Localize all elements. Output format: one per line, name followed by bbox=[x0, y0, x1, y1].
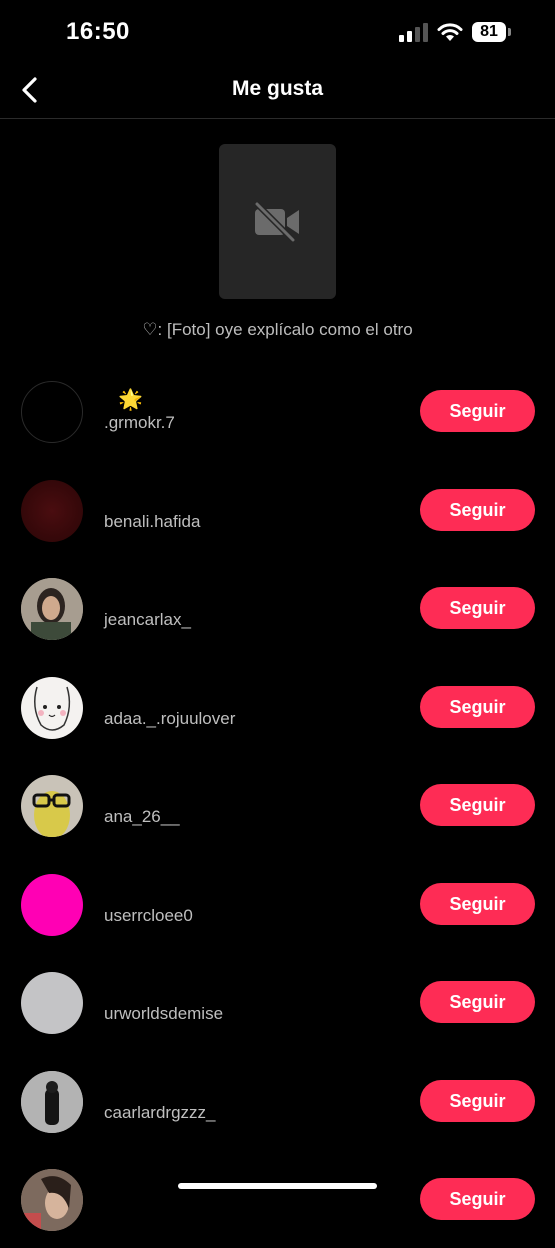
status-time: 16:50 bbox=[66, 18, 130, 45]
status-bar: 16:50 81 bbox=[0, 0, 555, 64]
list-item[interactable]: caarlardrgzzz_ Seguir bbox=[0, 1051, 555, 1150]
page-title: Me gusta bbox=[231, 77, 323, 100]
cellular-signal-icon bbox=[399, 23, 428, 42]
avatar[interactable] bbox=[21, 578, 83, 640]
avatar[interactable] bbox=[21, 873, 83, 936]
battery-icon: 81 bbox=[472, 22, 511, 44]
list-item[interactable]: Seguir bbox=[0, 1149, 555, 1248]
avatar[interactable] bbox=[21, 1169, 83, 1231]
follow-button[interactable]: Seguir bbox=[420, 981, 535, 1023]
list-item[interactable]: userrcloee0 Seguir bbox=[0, 854, 555, 953]
list-item[interactable]: benali.hafida Seguir bbox=[0, 460, 555, 559]
username[interactable]: benali.hafida bbox=[104, 512, 200, 532]
likes-list: 🌟 .grmokr.7 Seguir benali.hafida Seguir … bbox=[0, 361, 555, 1248]
video-off-icon bbox=[254, 202, 299, 242]
follow-button[interactable]: Seguir bbox=[420, 488, 535, 531]
list-item[interactable]: 🌟 .grmokr.7 Seguir bbox=[0, 361, 555, 460]
username[interactable]: jeancarlax_ bbox=[104, 610, 191, 630]
list-item[interactable]: adaa._.rojuulover Seguir bbox=[0, 657, 555, 756]
post-thumbnail[interactable] bbox=[219, 144, 336, 299]
username[interactable]: caarlardrgzzz_ bbox=[104, 1103, 216, 1123]
post-caption: ♡: [Foto] oye explícalo como el otro bbox=[142, 320, 413, 339]
avatar[interactable] bbox=[21, 775, 83, 837]
wifi-icon bbox=[437, 23, 463, 41]
battery-level: 81 bbox=[480, 23, 498, 40]
list-item[interactable]: urworldsdemise Seguir bbox=[0, 952, 555, 1051]
follow-button[interactable]: Seguir bbox=[420, 1079, 535, 1122]
username[interactable]: userrcloee0 bbox=[104, 906, 193, 926]
follow-button[interactable]: Seguir bbox=[420, 685, 535, 728]
follow-button[interactable]: Seguir bbox=[420, 882, 535, 925]
follow-button[interactable]: Seguir bbox=[420, 390, 535, 432]
nav-bar: Me gusta bbox=[0, 64, 555, 119]
username[interactable]: ana_26__ bbox=[104, 807, 180, 827]
username[interactable]: urworldsdemise bbox=[104, 1004, 223, 1024]
follow-button[interactable]: Seguir bbox=[420, 1178, 535, 1220]
username[interactable]: adaa._.rojuulover bbox=[104, 709, 235, 729]
list-item[interactable]: jeancarlax_ Seguir bbox=[0, 558, 555, 657]
follow-button[interactable]: Seguir bbox=[420, 784, 535, 826]
follow-button[interactable]: Seguir bbox=[420, 587, 535, 629]
avatar[interactable] bbox=[21, 479, 83, 542]
home-indicator bbox=[178, 1183, 377, 1189]
star-badge: 🌟 bbox=[118, 389, 143, 411]
avatar[interactable] bbox=[21, 1070, 83, 1133]
list-item[interactable]: ana_26__ Seguir bbox=[0, 755, 555, 854]
username[interactable]: .grmokr.7 bbox=[104, 413, 175, 433]
avatar[interactable] bbox=[21, 972, 83, 1034]
avatar[interactable] bbox=[21, 676, 83, 739]
avatar[interactable] bbox=[21, 381, 83, 443]
